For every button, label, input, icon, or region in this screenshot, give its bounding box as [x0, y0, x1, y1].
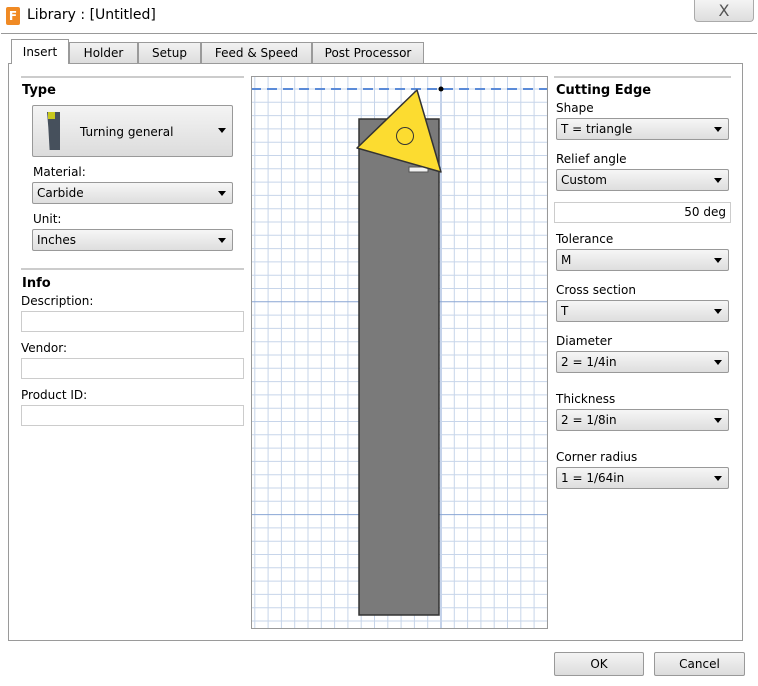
diameter-value: 2 = 1/4in [561, 355, 617, 369]
material-select[interactable]: Carbide [32, 182, 233, 204]
relief-angle-input[interactable]: 50 deg [554, 202, 731, 223]
divider [21, 268, 244, 270]
unit-select[interactable]: Inches [32, 229, 233, 251]
type-selector-button[interactable]: Turning general [32, 105, 233, 157]
diameter-label: Diameter [556, 334, 613, 348]
tab-post-processor[interactable]: Post Processor [312, 42, 424, 64]
tab-holder[interactable]: Holder [69, 42, 138, 64]
vendor-label: Vendor: [21, 341, 67, 355]
tool-holder [358, 118, 440, 616]
unit-value: Inches [37, 233, 76, 247]
divider [554, 76, 731, 78]
corner-radius-select[interactable]: 1 = 1/64in [556, 467, 729, 489]
type-heading: Type [22, 83, 56, 98]
cutting-edge-heading: Cutting Edge [556, 83, 652, 98]
chevron-down-icon [218, 238, 226, 243]
origin-point [438, 86, 444, 92]
vendor-input[interactable] [21, 358, 244, 379]
divider [21, 76, 244, 78]
window-title: Library : [Untitled] [27, 7, 156, 23]
relief-angle-select[interactable]: Custom [556, 169, 729, 191]
chevron-down-icon [714, 178, 722, 183]
tolerance-select[interactable]: M [556, 249, 729, 271]
description-label: Description: [21, 294, 94, 308]
shape-select[interactable]: T = triangle [556, 118, 729, 140]
chevron-down-icon [714, 258, 722, 263]
tolerance-label: Tolerance [556, 232, 614, 246]
cancel-button[interactable]: Cancel [654, 652, 745, 676]
cross-section-select[interactable]: T [556, 300, 729, 322]
chevron-down-icon [714, 360, 722, 365]
info-heading: Info [22, 276, 51, 291]
shape-label: Shape [556, 101, 594, 115]
thickness-value: 2 = 1/8in [561, 413, 617, 427]
ok-button[interactable]: OK [554, 652, 644, 676]
tab-insert[interactable]: Insert [11, 39, 69, 64]
tab-setup[interactable]: Setup [138, 42, 201, 64]
corner-radius-value: 1 = 1/64in [561, 471, 625, 485]
corner-radius-label: Corner radius [556, 450, 638, 464]
material-label: Material: [33, 165, 86, 179]
tab-feed-speed[interactable]: Feed & Speed [201, 42, 312, 64]
description-input[interactable] [21, 311, 244, 332]
thickness-select[interactable]: 2 = 1/8in [556, 409, 729, 431]
tolerance-value: M [561, 253, 572, 267]
cross-section-value: T [561, 304, 569, 318]
unit-label: Unit: [33, 212, 62, 226]
close-button[interactable]: X [694, 0, 754, 22]
diameter-select[interactable]: 2 = 1/4in [556, 351, 729, 373]
chevron-down-icon [714, 127, 722, 132]
chevron-down-icon [218, 128, 226, 133]
type-label: Turning general [80, 125, 174, 139]
chevron-down-icon [714, 418, 722, 423]
shape-value: T = triangle [561, 122, 633, 136]
insert-tip-icon [48, 112, 55, 119]
relief-angle-label: Relief angle [556, 152, 627, 166]
chevron-down-icon [714, 309, 722, 314]
relief-angle-value: Custom [561, 173, 607, 187]
product-id-input[interactable] [21, 405, 244, 426]
product-id-label: Product ID: [21, 388, 88, 402]
cross-section-label: Cross section [556, 283, 636, 297]
chevron-down-icon [714, 476, 722, 481]
app-icon: F [6, 7, 20, 25]
thickness-label: Thickness [556, 392, 616, 406]
insert-preview [251, 76, 548, 629]
material-value: Carbide [37, 186, 84, 200]
chevron-down-icon [218, 191, 226, 196]
